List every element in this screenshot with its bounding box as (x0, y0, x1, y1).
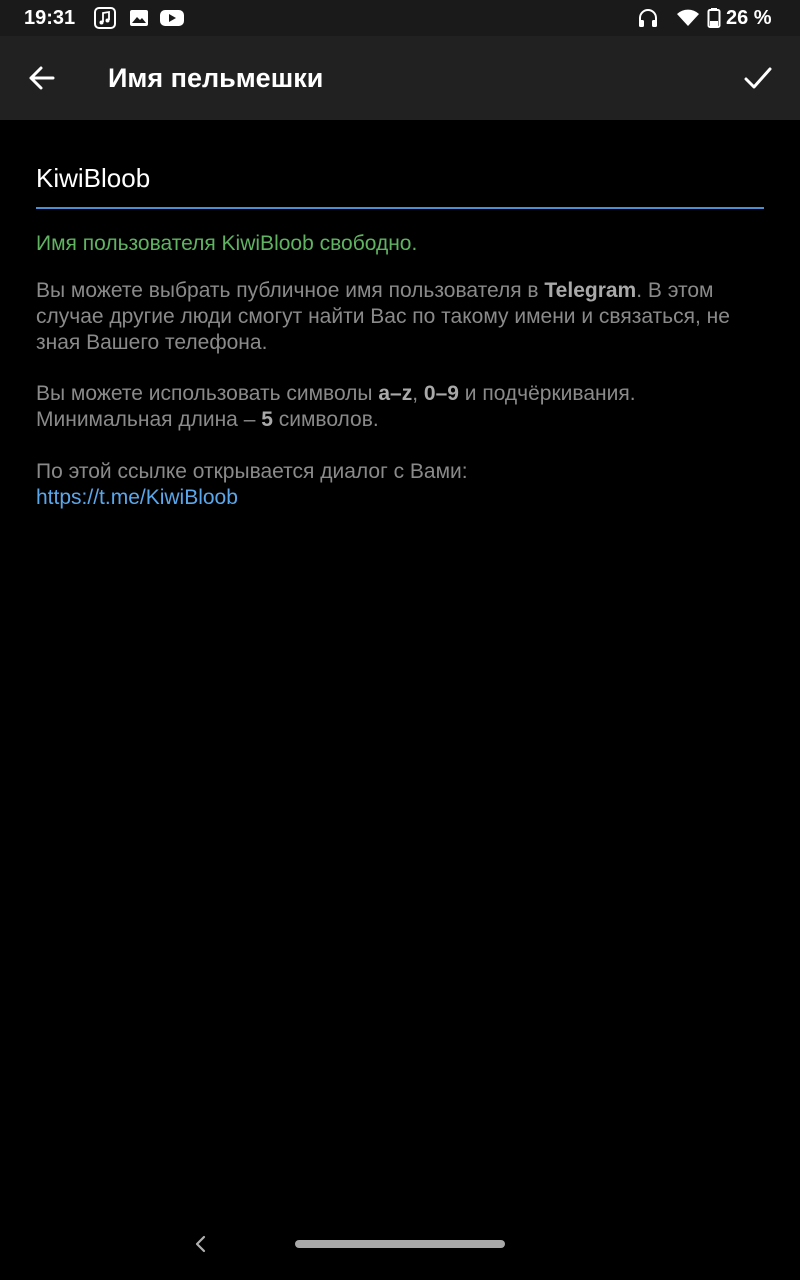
availability-status: Имя пользователя KiwiBloob свободно. (36, 232, 418, 255)
profile-link[interactable]: https://t.me/KiwiBloob (36, 486, 238, 509)
arrow-left-icon (29, 66, 55, 90)
back-button[interactable] (20, 56, 64, 100)
info-paragraph-profile-link: По этой ссылке открывается диалог с Вами… (36, 459, 776, 511)
headphones-icon (639, 9, 657, 27)
wifi-icon (677, 9, 699, 26)
music-note-icon (94, 7, 116, 29)
battery-icon (707, 8, 721, 28)
youtube-icon (160, 10, 184, 26)
username-input[interactable] (36, 150, 764, 206)
battery-percentage: 26 % (726, 7, 772, 29)
chevron-left-icon (195, 1235, 206, 1253)
image-icon (130, 10, 148, 26)
screen: 19:31 26 % Имя пельмешки KiwiBloob Имя п… (0, 0, 800, 1280)
nav-back-button[interactable] (190, 1232, 212, 1256)
status-bar: 19:31 26 % (0, 0, 800, 36)
status-time: 19:31 (24, 7, 76, 29)
done-button[interactable] (736, 56, 780, 100)
toolbar: Имя пельмешки (0, 36, 800, 120)
username-field-container (36, 150, 764, 210)
info-paragraph-public-username: Вы можете выбрать публичное имя пользова… (36, 279, 730, 354)
profile-link-caption: По этой ссылке открывается диалог с Вами… (36, 460, 468, 483)
info-paragraph-allowed-characters: Вы можете использовать символы a–z, 0–9 … (36, 382, 636, 431)
home-gesture-handle[interactable] (295, 1240, 505, 1248)
input-underline (36, 207, 764, 209)
checkmark-icon (744, 67, 772, 89)
page-title: Имя пельмешки (108, 63, 324, 93)
